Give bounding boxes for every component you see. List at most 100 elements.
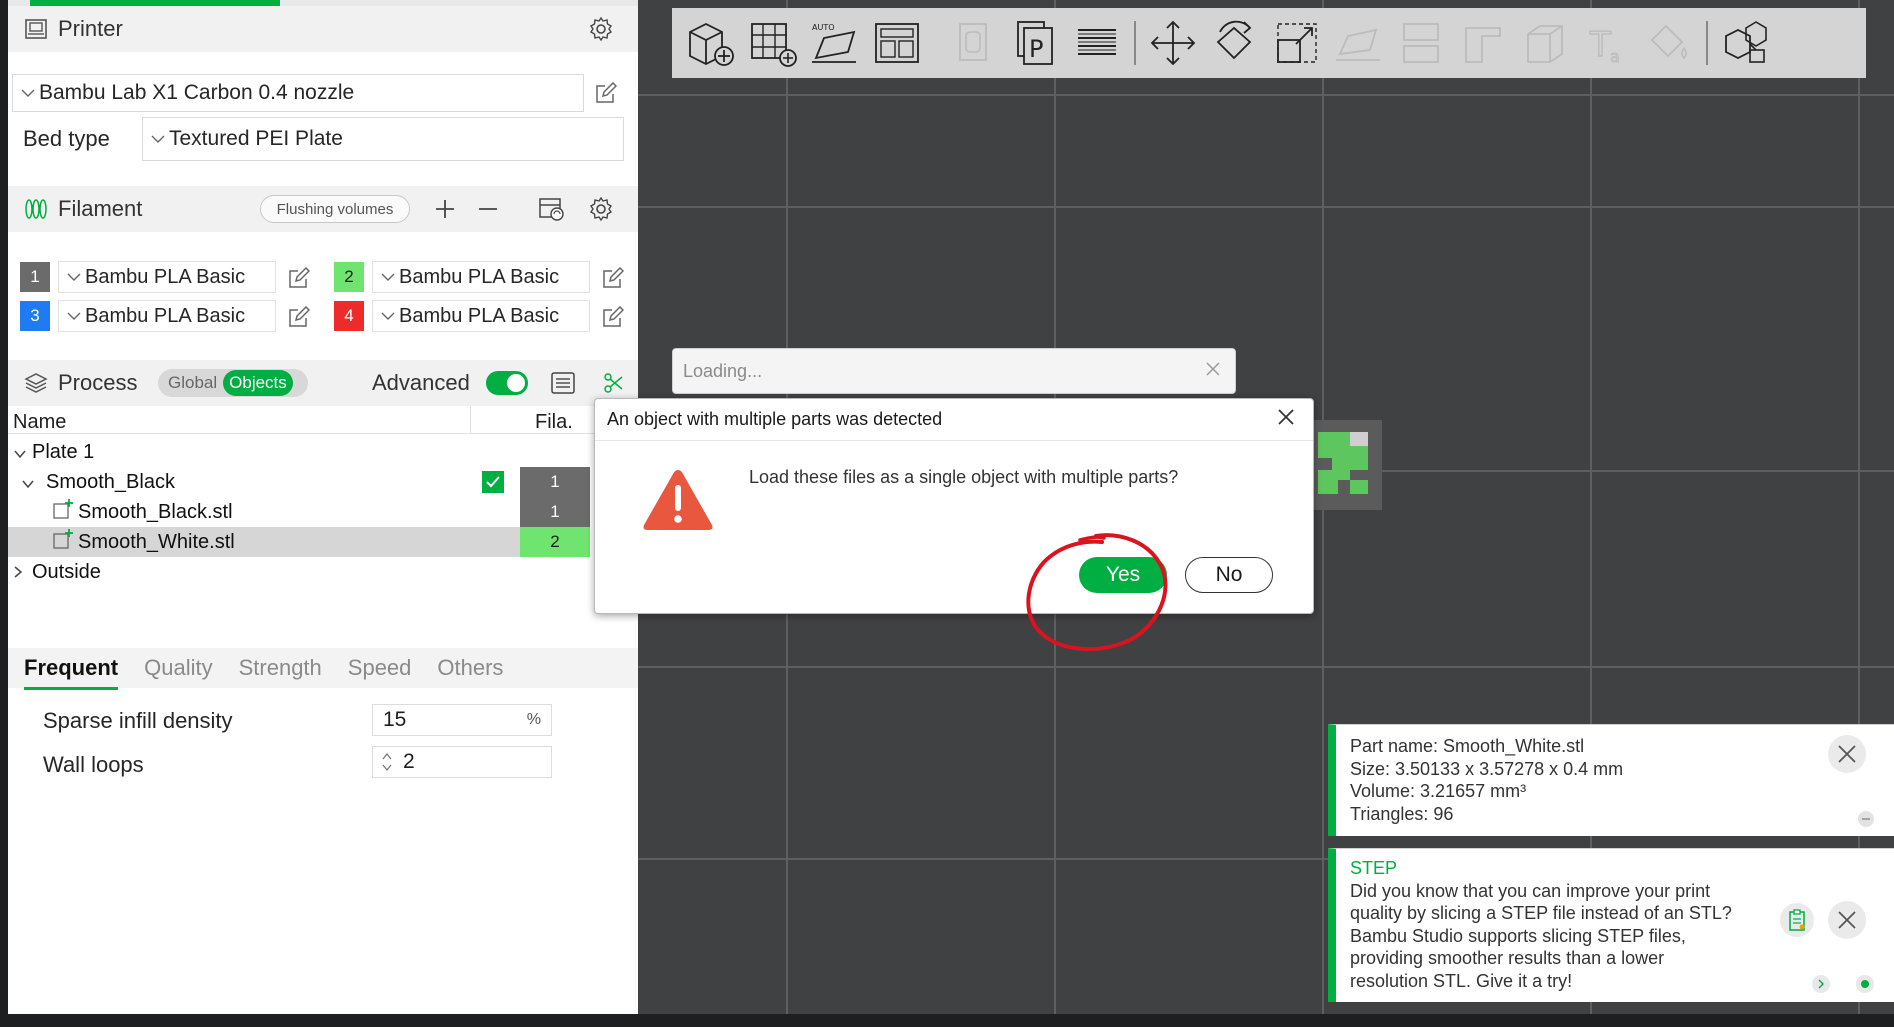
part-info-panel: Part name: Smooth_White.stl Size: 3.5013… xyxy=(1328,724,1894,836)
list-settings-icon[interactable] xyxy=(550,371,576,395)
tab-frequent[interactable]: Frequent xyxy=(24,655,119,690)
bed-type-select[interactable]: Textured PEI Plate xyxy=(142,117,624,161)
filament-slot-2-badge[interactable]: 2 xyxy=(334,262,364,292)
object-scissors-icon[interactable] xyxy=(602,371,626,395)
chevron-right-icon[interactable] xyxy=(14,561,32,584)
close-step-tip-button[interactable] xyxy=(1828,901,1866,939)
step-tip-panel: STEP Did you know that you can improve y… xyxy=(1328,848,1894,1002)
wall-loops-value: 2 xyxy=(403,750,415,773)
filament-slot-3-badge[interactable]: 3 xyxy=(20,301,50,331)
cut-icon xyxy=(1403,23,1439,63)
arrange-button[interactable] xyxy=(866,12,928,74)
step-line-2: quality by slicing a STEP file instead o… xyxy=(1350,903,1732,923)
bed-type-value: Textured PEI Plate xyxy=(169,127,343,150)
copy-button xyxy=(942,12,1004,74)
chevron-down-icon xyxy=(377,312,399,320)
edit-printer-button[interactable] xyxy=(591,78,621,108)
filament-slot-1-select[interactable]: Bambu PLA Basic xyxy=(58,261,276,293)
close-icon[interactable] xyxy=(1277,408,1295,431)
tree-row-object[interactable]: Smooth_Black 1 xyxy=(8,467,590,497)
add-plate-button[interactable] xyxy=(742,12,804,74)
column-divider xyxy=(470,406,471,434)
support-paint-icon xyxy=(1465,27,1501,63)
dialog-title: An object with multiple parts was detect… xyxy=(607,409,943,429)
flushing-volumes-button[interactable]: Flushing volumes xyxy=(260,195,410,223)
layers-button[interactable] xyxy=(1066,12,1128,74)
collapse-icon[interactable] xyxy=(1858,811,1874,827)
bed-type-label: Bed type xyxy=(23,126,110,151)
paste-button[interactable]: P xyxy=(1004,12,1066,74)
wall-loops-stepper[interactable]: 2 xyxy=(372,746,552,778)
fila-cell[interactable]: 1 xyxy=(520,467,590,497)
clipboard-icon[interactable] xyxy=(1780,903,1814,937)
yes-button[interactable]: Yes xyxy=(1079,557,1167,593)
filament-section-title: Filament xyxy=(58,196,143,221)
toggle-knob xyxy=(507,374,525,392)
model-shape xyxy=(1310,420,1382,510)
cut-button xyxy=(1390,12,1452,74)
sync-ams-icon[interactable] xyxy=(538,196,566,222)
edit-filament-1-button[interactable] xyxy=(284,263,314,293)
stepper-arrows-icon[interactable] xyxy=(377,751,397,773)
move-button[interactable] xyxy=(1142,12,1204,74)
text-emboss-icon: Ta xyxy=(1588,24,1620,66)
paste-icon: P xyxy=(1017,21,1053,65)
process-section-title: Process xyxy=(58,370,138,395)
tree-row-part-white[interactable]: Smooth_White.stl 2 xyxy=(8,527,590,557)
tab-quality[interactable]: Quality xyxy=(144,655,212,681)
filament-slot-4-select[interactable]: Bambu PLA Basic xyxy=(372,300,590,332)
add-icon[interactable] xyxy=(433,197,457,221)
text-button: Ta xyxy=(1576,12,1638,74)
tab-others[interactable]: Others xyxy=(437,655,503,681)
percent-unit: % xyxy=(526,711,541,728)
edit-filament-2-button[interactable] xyxy=(598,263,628,293)
chevron-down-icon[interactable] xyxy=(22,471,46,494)
tree-row-part-black[interactable]: Smooth_Black.stl 1 xyxy=(8,497,590,527)
no-button[interactable]: No xyxy=(1185,557,1273,593)
fila-cell[interactable]: 2 xyxy=(520,527,590,557)
settings-tabs: Frequent Quality Strength Speed Others xyxy=(8,648,638,690)
checkbox-checked-icon[interactable] xyxy=(482,471,504,493)
tree-row-plate[interactable]: Plate 1 xyxy=(8,437,590,467)
gear-icon[interactable] xyxy=(588,16,614,42)
chevron-down-icon[interactable] xyxy=(14,441,32,464)
edit-icon xyxy=(603,306,624,327)
global-option[interactable]: Global xyxy=(168,373,217,393)
tab-speed[interactable]: Speed xyxy=(348,655,412,681)
chevron-right-icon[interactable] xyxy=(1812,975,1830,993)
filament-slot-2-select[interactable]: Bambu PLA Basic xyxy=(372,261,590,293)
filament-slot-1-badge[interactable]: 1 xyxy=(20,262,50,292)
sparse-infill-value: 15 xyxy=(383,708,407,731)
grid-line xyxy=(638,206,1894,208)
filament-gear-icon[interactable] xyxy=(588,196,614,222)
scale-icon xyxy=(1277,23,1317,63)
part-volume: Volume: 3.21657 mm³ xyxy=(1350,781,1527,801)
filament-spool-icon xyxy=(24,198,48,220)
scale-button[interactable] xyxy=(1266,12,1328,74)
assembly-view-button[interactable] xyxy=(1714,12,1776,74)
remove-icon[interactable] xyxy=(476,197,500,221)
tree-label-plate: Plate 1 xyxy=(32,440,95,463)
close-icon[interactable] xyxy=(1205,361,1221,382)
tree-row-outside[interactable]: Outside xyxy=(8,557,590,587)
tab-strength[interactable]: Strength xyxy=(239,655,322,681)
add-object-button[interactable] xyxy=(680,12,742,74)
edit-filament-3-button[interactable] xyxy=(284,302,314,332)
advanced-toggle[interactable] xyxy=(486,371,528,395)
support-paint-button xyxy=(1452,12,1514,74)
model-object[interactable] xyxy=(1310,420,1382,510)
close-part-info-button[interactable] xyxy=(1828,735,1866,773)
fila-cell[interactable]: 1 xyxy=(520,497,590,527)
chevron-down-icon xyxy=(63,273,85,281)
sparse-infill-input[interactable]: 15 % xyxy=(372,704,552,736)
objects-option[interactable]: Objects xyxy=(223,370,293,396)
auto-orient-button[interactable]: AUTO xyxy=(804,12,866,74)
global-objects-toggle[interactable]: Global Objects xyxy=(158,369,308,397)
printer-preset-select[interactable]: Bambu Lab X1 Carbon 0.4 nozzle xyxy=(12,74,584,112)
paint-bucket-icon xyxy=(1650,24,1687,60)
filament-slot-3-select[interactable]: Bambu PLA Basic xyxy=(58,300,276,332)
edit-filament-4-button[interactable] xyxy=(598,302,628,332)
rotate-button[interactable] xyxy=(1204,12,1266,74)
seam-paint-icon xyxy=(1527,25,1563,63)
filament-slot-4-badge[interactable]: 4 xyxy=(334,301,364,331)
